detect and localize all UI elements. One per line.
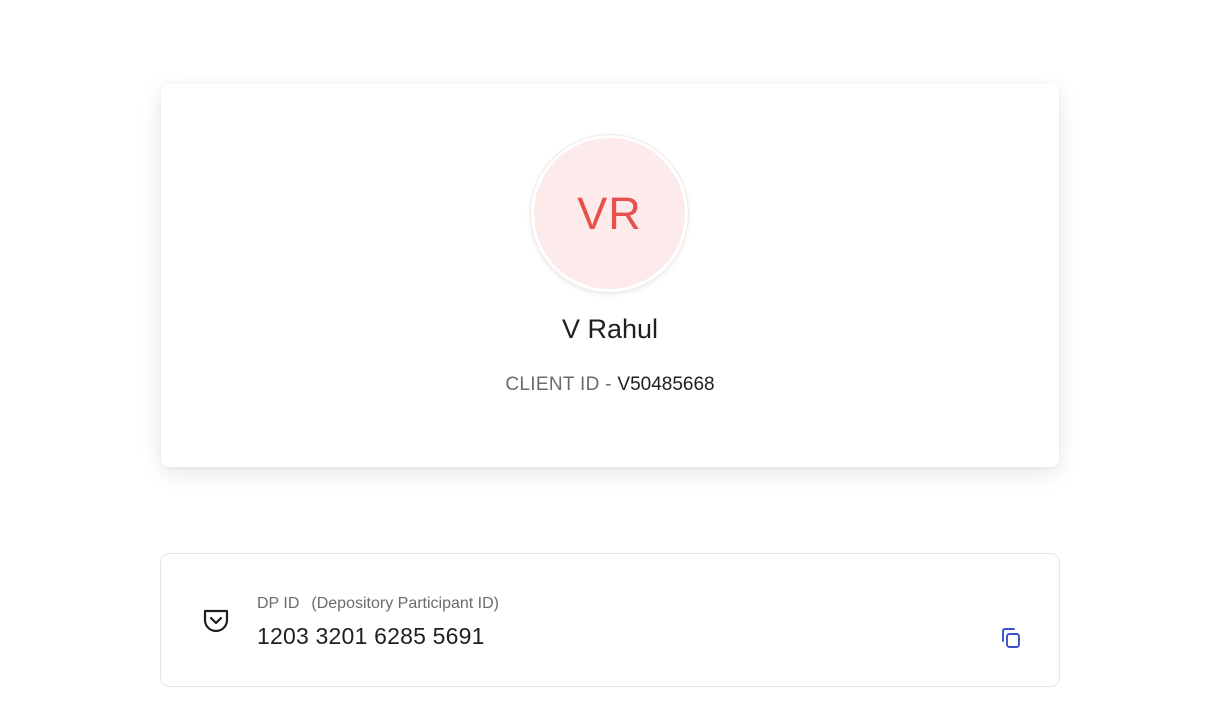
- copy-icon[interactable]: [999, 626, 1023, 650]
- avatar-initials: VR: [577, 187, 642, 239]
- client-id-value: V50485668: [617, 374, 715, 395]
- profile-card: VR V Rahul CLIENT ID - V50485668: [161, 84, 1059, 467]
- user-name: V Rahul: [561, 314, 659, 344]
- client-id-label: CLIENT ID -: [505, 374, 618, 395]
- pocket-icon: [201, 606, 231, 636]
- dp-id-label-row: DP ID (Depository Participant ID): [257, 595, 499, 613]
- dp-id-label: DP ID: [257, 595, 300, 612]
- dp-id-card: DP ID (Depository Participant ID) 1203 32…: [160, 553, 1060, 687]
- avatar: VR: [531, 135, 688, 292]
- dp-id-sublabel: (Depository Participant ID): [311, 595, 500, 612]
- dp-id-value: 1203 3201 6285 5691: [257, 623, 485, 649]
- client-id-row: CLIENT ID - V50485668: [161, 374, 1059, 396]
